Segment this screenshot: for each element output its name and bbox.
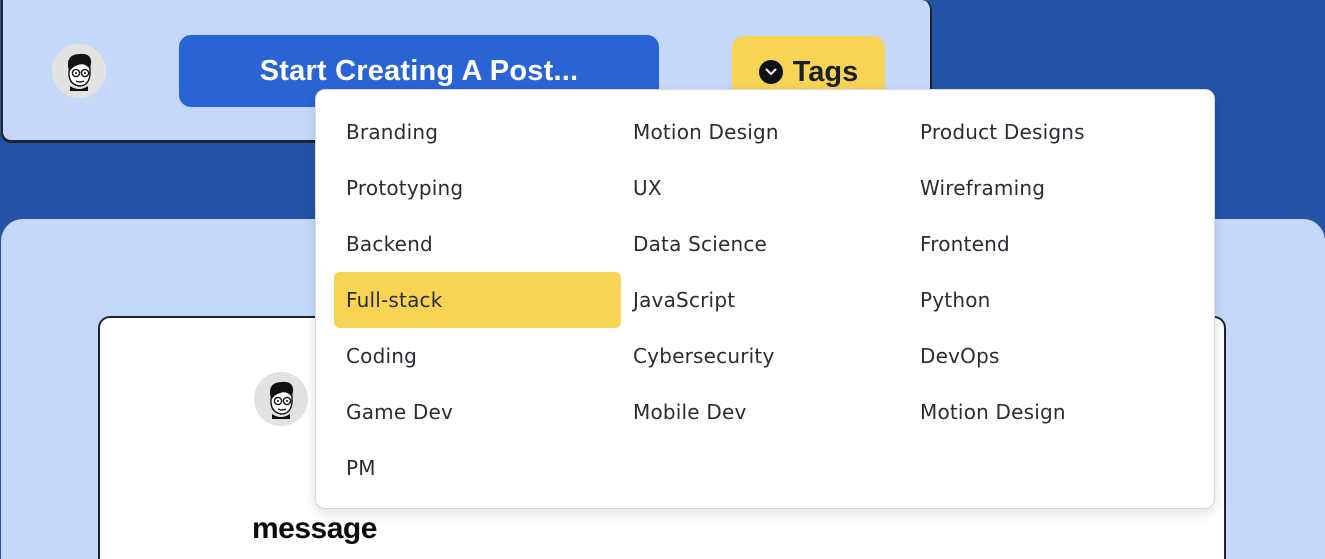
- tag-option[interactable]: Backend: [334, 216, 621, 272]
- tag-option[interactable]: UX: [621, 160, 908, 216]
- page: Start Creating A Post... Tags message Br…: [0, 0, 1325, 559]
- tag-option[interactable]: Wireframing: [908, 160, 1195, 216]
- tag-option[interactable]: PM: [334, 440, 621, 496]
- tags-dropdown: Branding Motion Design Product Designs Prot…: [315, 89, 1215, 509]
- start-post-label: Start Creating A Post...: [259, 54, 579, 87]
- tag-option[interactable]: Branding: [334, 104, 621, 160]
- post-author-avatar[interactable]: [254, 372, 308, 426]
- message-title: message: [252, 512, 377, 545]
- cartoon-face-icon: [52, 44, 106, 98]
- tag-option[interactable]: Cybersecurity: [621, 328, 908, 384]
- tag-option[interactable]: Prototyping: [334, 160, 621, 216]
- tags-label: Tags: [792, 55, 859, 88]
- tag-option[interactable]: JavaScript: [621, 272, 908, 328]
- tag-option[interactable]: Product Designs: [908, 104, 1195, 160]
- tags-grid: Branding Motion Design Product Designs Prot…: [334, 104, 1196, 496]
- tag-option[interactable]: Motion Design: [621, 104, 908, 160]
- tag-option[interactable]: DevOps: [908, 328, 1195, 384]
- tag-option[interactable]: Game Dev: [334, 384, 621, 440]
- user-avatar[interactable]: [52, 44, 106, 98]
- tag-option[interactable]: Python: [908, 272, 1195, 328]
- tag-option[interactable]: Coding: [334, 328, 621, 384]
- tag-option[interactable]: Data Science: [621, 216, 908, 272]
- tag-option[interactable]: Full-stack: [334, 272, 621, 328]
- cartoon-face-icon: [254, 372, 308, 426]
- tag-option[interactable]: Mobile Dev: [621, 384, 908, 440]
- chevron-down-circle-icon: [758, 60, 783, 84]
- tag-option[interactable]: Frontend: [908, 216, 1195, 272]
- tag-option[interactable]: Motion Design: [908, 384, 1195, 440]
